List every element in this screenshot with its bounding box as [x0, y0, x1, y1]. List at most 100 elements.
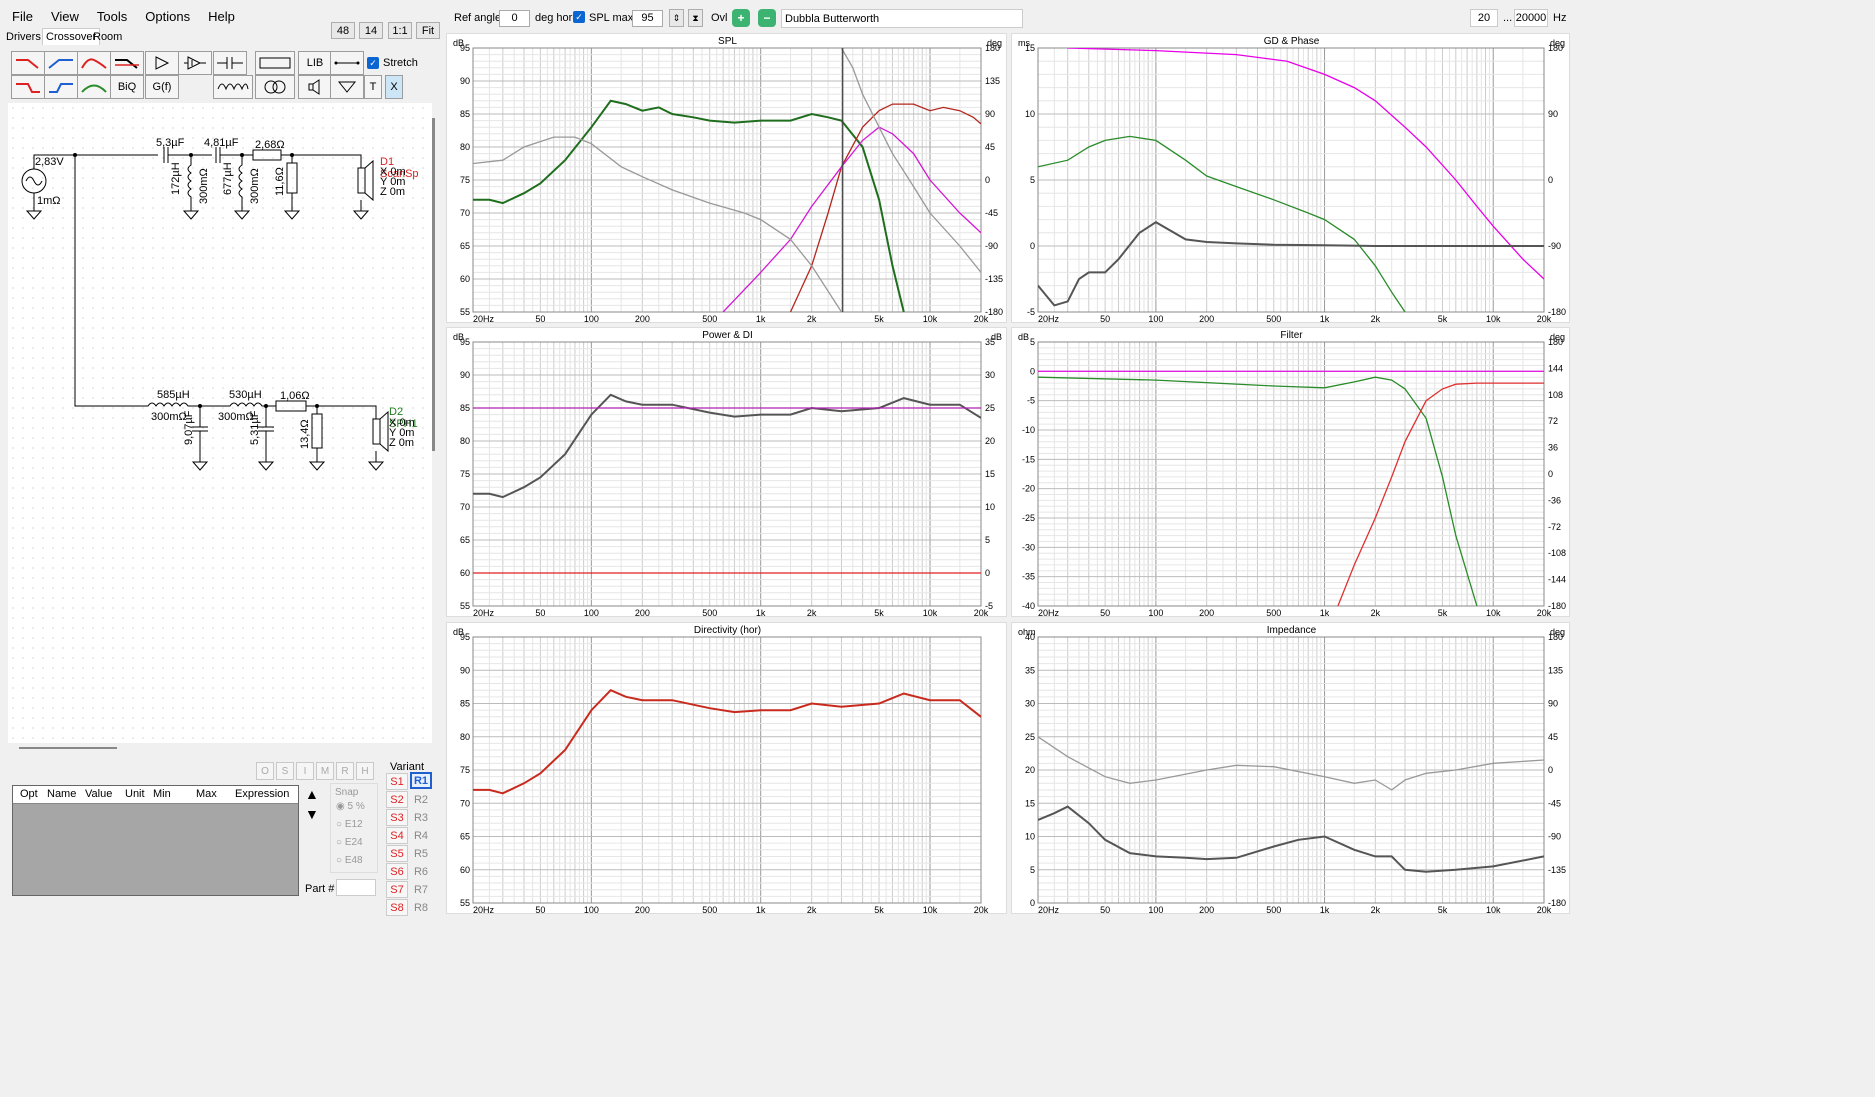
variant-s6[interactable]: S6 — [386, 863, 408, 880]
tab-room[interactable]: Room — [93, 31, 122, 43]
l1r-label[interactable]: 300mΩ — [198, 168, 210, 204]
zoom-14-button[interactable]: 14 — [359, 22, 383, 39]
part-input[interactable] — [336, 879, 376, 896]
gd-phase-chart[interactable]: GD & Phase ms deg 15 10 5 0 -5 180 90 0 -90 -180 20Hz… — [1011, 33, 1570, 324]
opt-flag-s[interactable]: S — [276, 762, 294, 780]
source-r-label[interactable]: 1mΩ — [37, 195, 61, 207]
spl-up-down-icon[interactable]: ⇕ — [669, 9, 684, 27]
buffer-tool-icon[interactable] — [178, 51, 212, 75]
opt-flag-o[interactable]: O — [256, 762, 274, 780]
opt-flag-i[interactable]: I — [296, 762, 314, 780]
spl-max-input[interactable]: 95 — [632, 10, 663, 27]
freq-high-input[interactable]: 20000 — [1514, 9, 1548, 27]
c4-label[interactable]: 5,31µF — [249, 411, 261, 445]
highpass-blue-tool-icon[interactable] — [44, 51, 78, 75]
speaker-tool-icon[interactable] — [298, 75, 332, 99]
variant-r1[interactable]: R1 — [410, 772, 432, 789]
source-voltage-label[interactable]: 2,83V — [35, 156, 64, 168]
spl-collapse-icon[interactable]: ⧗ — [688, 9, 703, 27]
biquad-button[interactable]: BiQ — [110, 75, 144, 99]
filter-name-field[interactable]: Dubbla Butterworth — [781, 9, 1023, 28]
menu-help[interactable]: Help — [208, 9, 235, 24]
l3r-label[interactable]: 300mΩ — [151, 411, 187, 423]
c3-label[interactable]: 9,07µF — [183, 411, 195, 445]
stretch-checkbox[interactable]: ✓ — [367, 57, 379, 69]
l1-label[interactable]: 172µH — [170, 162, 182, 195]
wire-tool-icon[interactable] — [330, 51, 364, 75]
snap-5-radio[interactable]: ◉ 5 % — [336, 801, 365, 812]
snap-e12-radio[interactable]: ○ E12 — [336, 819, 363, 830]
zoom-1-1-button[interactable]: 1:1 — [388, 22, 412, 39]
l4-label[interactable]: 530µH — [229, 389, 262, 401]
bandpass-green-tool-icon[interactable] — [77, 75, 111, 99]
l3-label[interactable]: 585µH — [157, 389, 190, 401]
impedance-chart[interactable]: Impedance ohm deg 40 35 30 25 20 15 10 5 0 180 135 90 4… — [1011, 622, 1570, 915]
capacitor-tool-icon[interactable] — [213, 51, 247, 75]
variant-s5[interactable]: S5 — [386, 845, 408, 862]
lowpass-red-tool-icon[interactable] — [11, 51, 45, 75]
r4-label[interactable]: 13,4Ω — [299, 419, 311, 449]
allpass-tool-icon[interactable] — [110, 51, 144, 75]
t-button[interactable]: T — [364, 75, 382, 99]
variant-r8[interactable]: R8 — [410, 899, 432, 916]
menu-file[interactable]: File — [12, 9, 33, 24]
variant-s3[interactable]: S3 — [386, 809, 408, 826]
tab-crossover[interactable]: Crossover — [42, 28, 101, 45]
filter-chart[interactable]: Filter dB deg 5 0 -5 -10 -15 -20 -25 -30 -35 -40 180 1… — [1011, 327, 1570, 618]
opt-table[interactable]: Opt Name Value Unit Min Max Expression — [12, 785, 299, 896]
opt-flag-m[interactable]: M — [316, 762, 334, 780]
ground-tool-icon[interactable] — [330, 75, 364, 99]
variant-r4[interactable]: R4 — [410, 827, 432, 844]
opt-flag-r[interactable]: R — [336, 762, 354, 780]
lowpass-red-2-tool-icon[interactable] — [11, 75, 45, 99]
l2r-label[interactable]: 300mΩ — [249, 168, 261, 204]
menu-options[interactable]: Options — [145, 9, 190, 24]
lib-button[interactable]: LIB — [298, 51, 332, 75]
c1-label[interactable]: 5,3µF — [156, 137, 184, 149]
l2-label[interactable]: 677µH — [222, 162, 234, 195]
variant-s4[interactable]: S4 — [386, 827, 408, 844]
menu-tools[interactable]: Tools — [97, 9, 127, 24]
bandpass-red-tool-icon[interactable] — [77, 51, 111, 75]
variant-s2[interactable]: S2 — [386, 791, 408, 808]
opt-flag-h[interactable]: H — [356, 762, 374, 780]
variant-r7[interactable]: R7 — [410, 881, 432, 898]
power-di-chart[interactable]: Power & DI dB dB 95 90 85 80 75 70 65 60 55 35 30 25 20… — [446, 327, 1007, 618]
menu-view[interactable]: View — [51, 9, 79, 24]
x-button[interactable]: X — [385, 75, 403, 99]
add-overlay-icon[interactable]: + — [732, 9, 750, 27]
schematic-hscrollbar[interactable] — [19, 747, 117, 749]
variant-s7[interactable]: S7 — [386, 881, 408, 898]
ref-angle-input[interactable]: 0 — [499, 10, 530, 27]
move-down-icon[interactable]: ▼ — [305, 806, 319, 822]
freq-low-input[interactable]: 20 — [1470, 9, 1498, 27]
variant-s8[interactable]: S8 — [386, 899, 408, 916]
remove-overlay-icon[interactable]: − — [758, 9, 776, 27]
transformer-tool-icon[interactable] — [255, 75, 295, 99]
r3-label[interactable]: 1,06Ω — [280, 390, 310, 402]
tab-drivers[interactable]: Drivers — [6, 31, 41, 43]
variant-r5[interactable]: R5 — [410, 845, 432, 862]
resistor-tool-icon[interactable] — [255, 51, 295, 75]
directivity-chart[interactable]: Directivity (hor) dB 95 90 85 80 75 70 65 60 55 20H… — [446, 622, 1007, 915]
zoom-48-button[interactable]: 48 — [331, 22, 355, 39]
c2-label[interactable]: 4,81µF — [204, 137, 238, 149]
amplifier-tool-icon[interactable] — [145, 51, 179, 75]
snap-e24-radio[interactable]: ○ E24 — [336, 837, 363, 848]
variant-r3[interactable]: R3 — [410, 809, 432, 826]
snap-e48-radio[interactable]: ○ E48 — [336, 855, 363, 866]
inductor-tool-icon[interactable] — [213, 75, 253, 99]
zoom-fit-button[interactable]: Fit — [416, 22, 440, 39]
schematic-canvas[interactable]: 2,83V 1mΩ 5,3µF 4,81µF 2,68Ω 172µH 300mΩ… — [8, 103, 432, 743]
move-up-icon[interactable]: ▲ — [305, 786, 319, 802]
highpass-blue-2-tool-icon[interactable] — [44, 75, 78, 99]
variant-r2[interactable]: R2 — [410, 791, 432, 808]
r1-label[interactable]: 2,68Ω — [255, 139, 285, 151]
r2-label[interactable]: 11,6Ω — [274, 167, 286, 196]
variant-s1[interactable]: S1 — [386, 773, 408, 790]
spl-chart[interactable]: SPL dB deg 95 90 85 80 75 70 65 60 55 180 135 90 45 0 -45… — [446, 33, 1007, 324]
variant-r6[interactable]: R6 — [410, 863, 432, 880]
spl-max-checkbox[interactable]: ✓ — [573, 11, 585, 23]
gf-button[interactable]: G(f) — [145, 75, 179, 99]
schematic-vscrollbar[interactable] — [432, 118, 435, 451]
